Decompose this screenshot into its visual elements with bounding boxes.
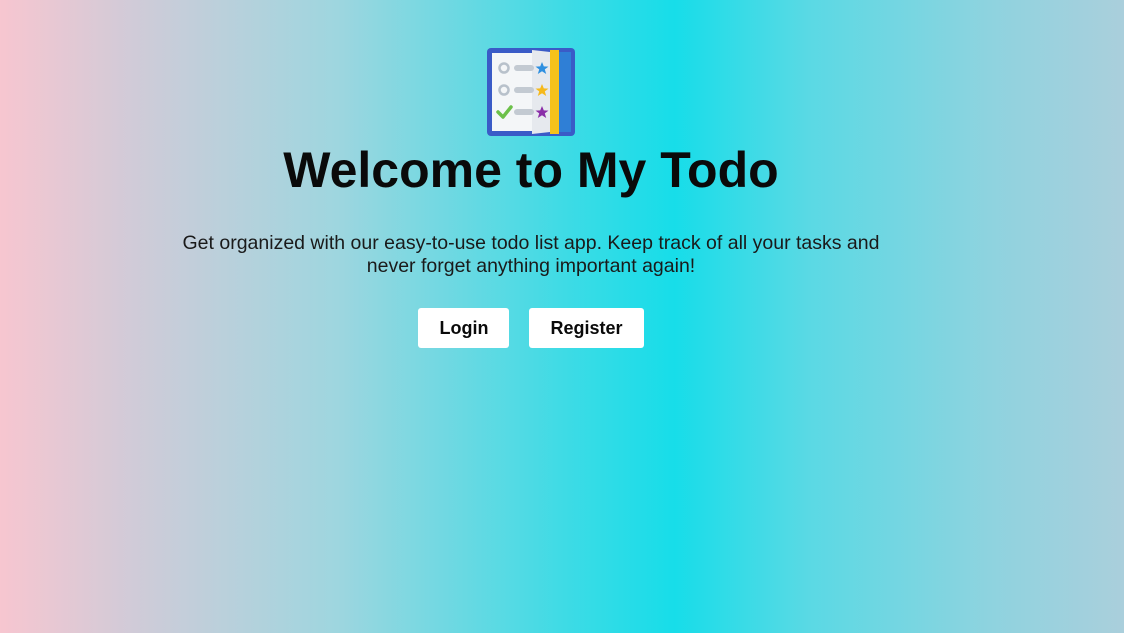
action-buttons: Login Register [180, 308, 882, 348]
hero-description: Get organized with our easy-to-use todo … [182, 232, 880, 277]
page-title: Welcome to My Todo [283, 142, 779, 198]
todo-list-icon [487, 48, 575, 136]
login-button[interactable]: Login [418, 308, 510, 348]
hero-section: Welcome to My Todo Get organized with ou… [180, 48, 882, 348]
register-button[interactable]: Register [529, 308, 644, 348]
